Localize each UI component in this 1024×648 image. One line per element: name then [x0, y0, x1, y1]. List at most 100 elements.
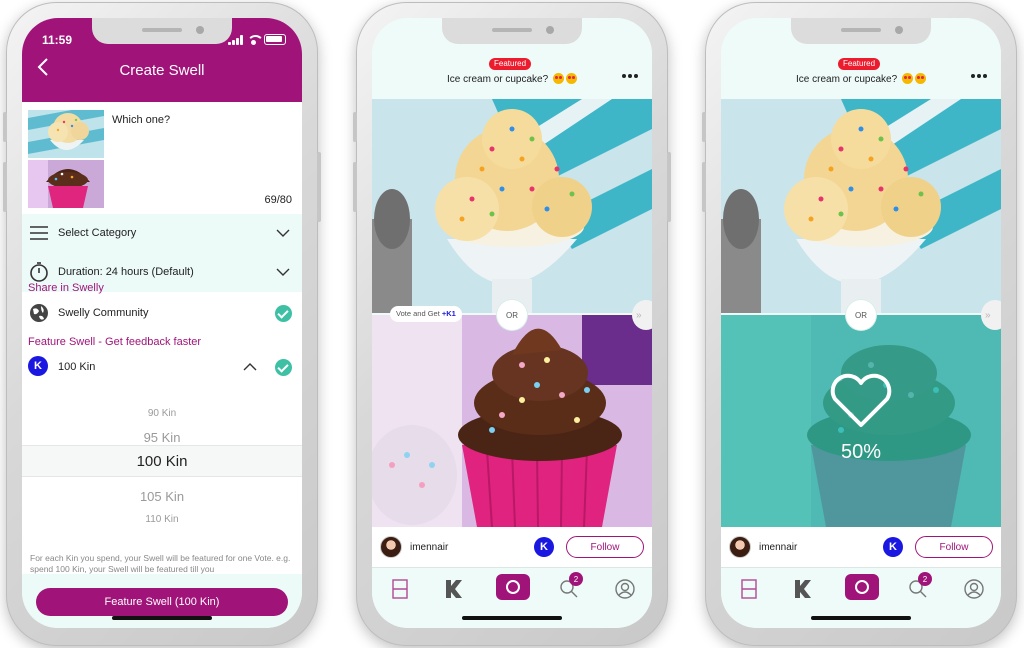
avatar[interactable] — [380, 536, 402, 558]
featured-badge: Featured — [838, 58, 881, 70]
home-indicator[interactable] — [811, 616, 911, 620]
screen: 11:59 Create Swell Which one? 69/80 Sele… — [22, 18, 302, 628]
heart-eyes-emoji-icon — [552, 73, 564, 84]
author-row: imennair K Follow — [721, 527, 1001, 567]
page-title: Create Swell — [119, 62, 205, 79]
category-label: Select Category — [58, 227, 137, 239]
kin-tip-button[interactable]: K — [883, 537, 903, 557]
kin-tab-icon[interactable] — [443, 578, 465, 600]
phone-result: Featured Ice cream or cupcake? 50% OR » … — [702, 2, 1017, 646]
kin-amount-label: 100 Kin — [58, 361, 96, 373]
username[interactable]: imennair — [410, 542, 534, 553]
notch — [92, 18, 232, 44]
more-options-icon[interactable] — [971, 74, 987, 78]
signal-icon — [228, 34, 243, 45]
mute-switch — [3, 112, 7, 142]
vote-reward-amount: +K1 — [441, 309, 456, 318]
option-b-image-voted[interactable]: 50% — [721, 315, 1001, 527]
volume-up-button — [353, 162, 357, 212]
heart-eyes-emoji-icon — [565, 73, 577, 84]
chevron-down-icon — [276, 229, 290, 237]
picker-option[interactable]: 90 Kin — [22, 408, 302, 419]
volume-up-button — [3, 162, 7, 212]
kin-tab-icon[interactable] — [792, 578, 814, 600]
profile-tab-icon[interactable] — [963, 578, 985, 600]
option-b-image[interactable] — [372, 315, 652, 527]
kin-explanation: For each Kin you spend, your Swell will … — [30, 553, 291, 574]
feed-tab-icon[interactable] — [389, 578, 411, 600]
option-thumbnails[interactable] — [28, 110, 104, 208]
or-badge: OR — [497, 300, 527, 330]
chevron-up-icon[interactable] — [243, 362, 257, 372]
post-title: Ice cream or cupcake? — [796, 74, 898, 85]
community-option[interactable]: Swelly Community — [22, 300, 302, 326]
battery-icon — [264, 34, 286, 45]
status-time: 11:59 — [42, 33, 73, 47]
feature-swell-button[interactable]: Feature Swell (100 Kin) — [36, 588, 288, 616]
duration-label: Duration: 24 hours (Default) — [58, 266, 194, 278]
notch — [442, 18, 582, 44]
picker-option[interactable]: 95 Kin — [22, 430, 302, 445]
kin-tip-button[interactable]: K — [534, 537, 554, 557]
notification-badge: 2 — [569, 572, 583, 586]
cupcake-thumbnail[interactable] — [28, 160, 104, 208]
username[interactable]: imennair — [759, 542, 883, 553]
home-indicator[interactable] — [462, 616, 562, 620]
phone-vote: Featured Ice cream or cupcake? Vote and … — [353, 2, 671, 646]
mute-switch — [353, 112, 357, 142]
picker-option[interactable]: 105 Kin — [22, 489, 302, 504]
ice-cream-thumbnail[interactable] — [28, 110, 104, 158]
app-showcase: 11:59 Create Swell Which one? 69/80 Sele… — [0, 0, 1024, 648]
avatar[interactable] — [729, 536, 751, 558]
category-select[interactable]: Select Category — [22, 214, 302, 252]
screen: Featured Ice cream or cupcake? — [721, 18, 1001, 628]
post-title-row: Ice cream or cupcake? — [721, 73, 1001, 85]
feature-section-label: Feature Swell - Get feedback faster — [28, 336, 202, 348]
option-a-image[interactable] — [721, 99, 1001, 313]
vote-reward-text: Vote and Get — [396, 309, 440, 318]
camera-tab-icon[interactable] — [496, 574, 530, 600]
question-text[interactable]: Which one? — [112, 114, 170, 126]
option-a-image[interactable] — [372, 99, 652, 313]
community-label: Swelly Community — [58, 307, 149, 319]
check-icon[interactable] — [275, 304, 292, 322]
heart-icon — [830, 373, 892, 427]
kin-picker[interactable]: 90 Kin 95 Kin 100 Kin 105 Kin 110 Kin — [22, 390, 302, 522]
status-icons — [228, 34, 286, 45]
home-indicator[interactable] — [112, 616, 212, 620]
notch — [791, 18, 931, 44]
post-title-row: Ice cream or cupcake? — [372, 73, 652, 85]
notification-badge: 2 — [918, 572, 932, 586]
kin-amount-option[interactable]: K 100 Kin — [22, 354, 302, 380]
character-counter: 69/80 — [264, 194, 292, 206]
screen: Featured Ice cream or cupcake? — [372, 18, 652, 628]
camera-tab-icon[interactable] — [845, 574, 879, 600]
or-badge: OR — [846, 300, 876, 330]
featured-badge: Featured — [489, 58, 532, 70]
chevron-down-icon — [276, 268, 290, 276]
vote-reward-pill: Vote and Get +K1 — [390, 306, 462, 322]
mute-switch — [702, 112, 706, 142]
heart-eyes-emoji-icon — [901, 73, 913, 84]
phone-create-swell: 11:59 Create Swell Which one? 69/80 Sele… — [3, 2, 321, 646]
power-button — [317, 152, 321, 222]
author-row: imennair K Follow — [372, 527, 652, 567]
picker-option-selected[interactable]: 100 Kin — [22, 453, 302, 470]
wifi-icon — [247, 34, 264, 45]
swell-compose: Which one? 69/80 — [22, 102, 302, 214]
kin-icon: K — [28, 356, 48, 376]
follow-button[interactable]: Follow — [915, 536, 993, 558]
stopwatch-icon — [30, 262, 48, 282]
post-title: Ice cream or cupcake? — [447, 74, 549, 85]
follow-button[interactable]: Follow — [566, 536, 644, 558]
volume-up-button — [702, 162, 706, 212]
feed-tab-icon[interactable] — [738, 578, 760, 600]
check-icon[interactable] — [275, 358, 292, 376]
kin-icon-wrap: K — [28, 356, 50, 378]
profile-tab-icon[interactable] — [614, 578, 636, 600]
more-options-icon[interactable] — [622, 74, 638, 78]
power-button — [667, 152, 671, 222]
heart-eyes-emoji-icon — [914, 73, 926, 84]
picker-option[interactable]: 110 Kin — [22, 514, 302, 522]
globe-icon — [30, 304, 48, 322]
